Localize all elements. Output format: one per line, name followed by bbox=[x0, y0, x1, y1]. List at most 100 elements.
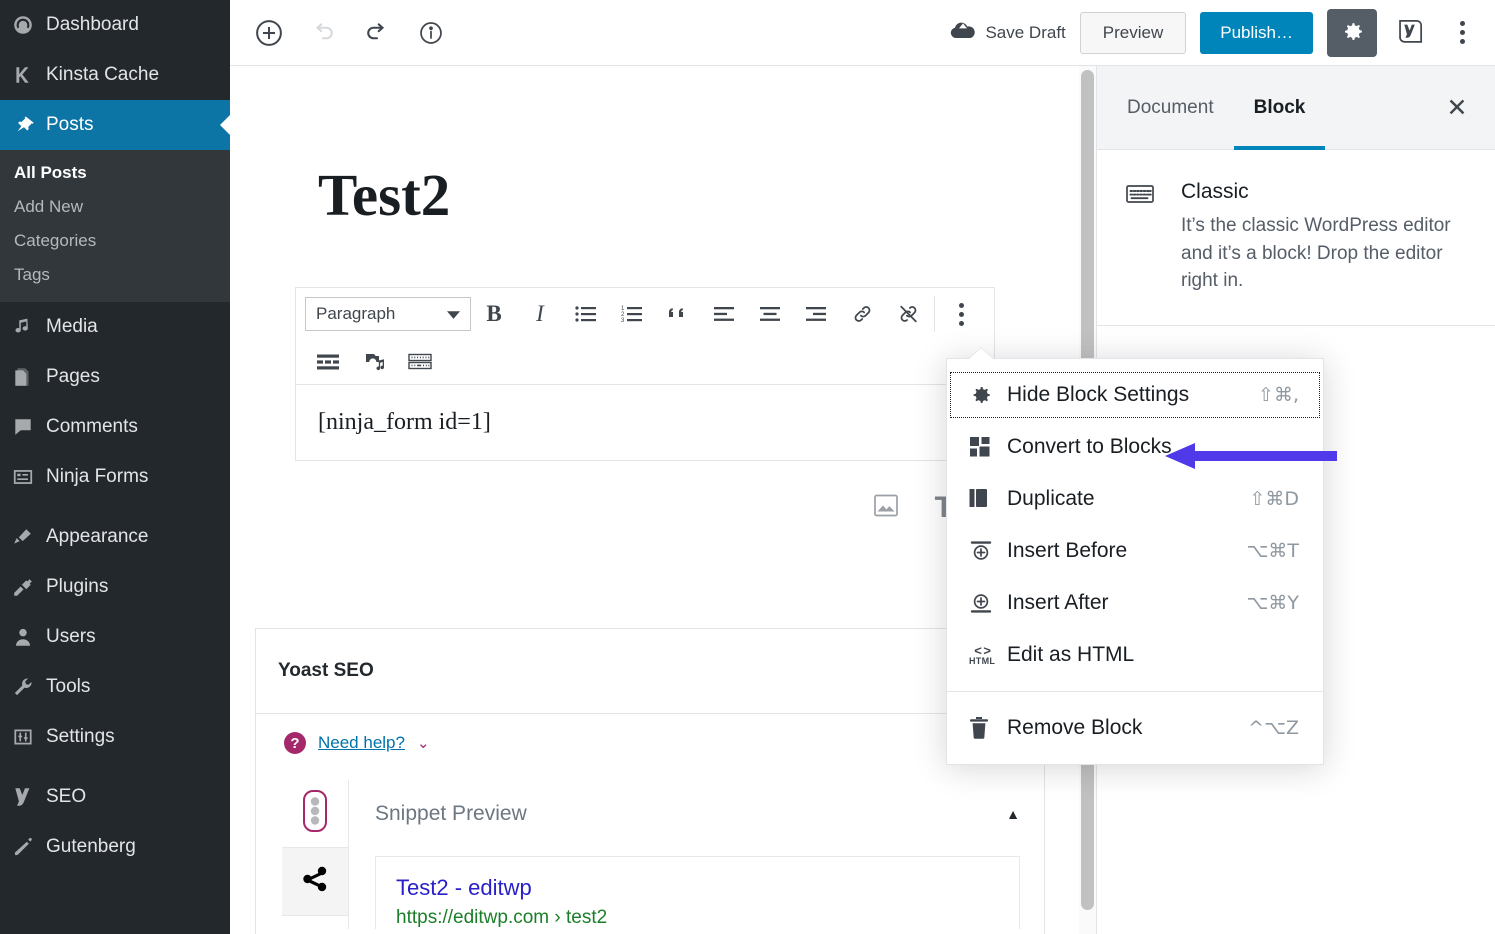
snippet-result-url: https://editwp.com › test2 bbox=[396, 907, 999, 929]
settings-gear-button[interactable] bbox=[1327, 9, 1377, 57]
yoast-help-bar: ? Need help? ⌄ ★ Go bbox=[256, 714, 1044, 772]
sidebar-item-label: Plugins bbox=[46, 576, 108, 598]
image-placeholder-icon[interactable] bbox=[871, 493, 901, 524]
tab-social-share[interactable] bbox=[282, 848, 348, 916]
menu-item-insert-before[interactable]: Insert Before ⌥⌘T bbox=[947, 525, 1323, 577]
yoast-y-icon bbox=[1396, 16, 1426, 49]
save-draft-button[interactable]: Save Draft bbox=[950, 20, 1065, 45]
gear-icon bbox=[969, 383, 1007, 407]
menu-item-hide-block-settings[interactable]: Hide Block Settings ⇧⌘, bbox=[947, 369, 1323, 421]
need-help-link[interactable]: Need help? bbox=[318, 733, 405, 753]
block-more-options-button[interactable] bbox=[938, 292, 984, 336]
insert-link-button[interactable] bbox=[839, 292, 885, 336]
align-left-button[interactable] bbox=[701, 292, 747, 336]
vertical-ellipsis-icon bbox=[1460, 21, 1465, 26]
pencil-icon bbox=[12, 835, 46, 859]
submenu-label: All Posts bbox=[14, 163, 87, 182]
sidebar-item-users[interactable]: Users bbox=[0, 612, 230, 662]
sidebar-item-kinsta-cache[interactable]: Kinsta Cache bbox=[0, 50, 230, 100]
sidebar-item-label: Kinsta Cache bbox=[46, 64, 159, 86]
post-title[interactable]: Test2 bbox=[230, 66, 1080, 225]
sidebar-item-seo[interactable]: SEO bbox=[0, 772, 230, 822]
sidebar-subitem-tags[interactable]: Tags bbox=[0, 258, 230, 292]
sidebar-item-gutenberg[interactable]: Gutenberg bbox=[0, 822, 230, 872]
sidebar-divider bbox=[0, 762, 230, 772]
yoast-snippet-tabs bbox=[282, 780, 348, 929]
sidebar-item-label: Gutenberg bbox=[46, 836, 136, 858]
undo-button[interactable] bbox=[304, 14, 342, 52]
sidebar-item-label: Appearance bbox=[46, 526, 148, 548]
read-more-button[interactable] bbox=[305, 340, 351, 384]
sidebar-subitem-add-new[interactable]: Add New bbox=[0, 190, 230, 224]
menu-item-duplicate[interactable]: Duplicate ⇧⌘D bbox=[947, 473, 1323, 525]
sidebar-item-label: Settings bbox=[46, 726, 115, 748]
menu-item-convert-to-blocks[interactable]: Convert to Blocks bbox=[947, 421, 1323, 473]
menu-item-remove-block[interactable]: Remove Block ^⌥Z bbox=[947, 702, 1323, 754]
blockquote-button[interactable] bbox=[655, 292, 701, 336]
sidebar-subitem-categories[interactable]: Categories bbox=[0, 224, 230, 258]
classic-block-toolbar: Paragraph B I 123 bbox=[295, 287, 995, 385]
sidebar-item-comments[interactable]: Comments bbox=[0, 402, 230, 452]
block-card-title: Classic bbox=[1181, 180, 1469, 204]
sidebar-item-label: Pages bbox=[46, 366, 100, 388]
tab-document[interactable]: Document bbox=[1107, 66, 1234, 150]
add-media-button[interactable] bbox=[351, 340, 397, 384]
preview-button[interactable]: Preview bbox=[1080, 12, 1186, 54]
tab-block[interactable]: Block bbox=[1234, 66, 1326, 150]
snippet-preview-card: Test2 - editwp https://editwp.com › test… bbox=[375, 856, 1020, 929]
insert-before-icon bbox=[969, 539, 1007, 563]
toolbar-row-primary: Paragraph B I 123 bbox=[296, 288, 994, 340]
sidebar-item-label: Posts bbox=[46, 114, 94, 136]
sidebar-subitem-all-posts[interactable]: All Posts bbox=[0, 156, 230, 190]
more-menu-button[interactable] bbox=[1445, 13, 1479, 53]
sidebar-item-ninja-forms[interactable]: Ninja Forms bbox=[0, 452, 230, 502]
sidebar-item-posts[interactable]: Posts bbox=[0, 100, 230, 150]
italic-button[interactable]: I bbox=[517, 292, 563, 336]
dashboard-icon bbox=[12, 13, 46, 37]
sidebar-item-settings[interactable]: Settings bbox=[0, 712, 230, 762]
sidebar-item-appearance[interactable]: Appearance bbox=[0, 512, 230, 562]
chevron-down-icon[interactable]: ⌄ bbox=[417, 734, 430, 752]
triangle-up-icon[interactable]: ▲ bbox=[1006, 806, 1020, 822]
menu-item-insert-after[interactable]: Insert After ⌥⌘Y bbox=[947, 577, 1323, 629]
html-icon: < > HTML bbox=[969, 644, 1007, 666]
close-settings-button[interactable]: ✕ bbox=[1437, 88, 1477, 128]
block-card: Classic It’s the classic WordPress edito… bbox=[1097, 150, 1495, 326]
sidebar-item-tools[interactable]: Tools bbox=[0, 662, 230, 712]
bold-button[interactable]: B bbox=[471, 292, 517, 336]
admin-sidebar: Dashboard Kinsta Cache Posts All Posts A… bbox=[0, 0, 230, 934]
remove-link-button[interactable] bbox=[885, 292, 931, 336]
sidebar-item-media[interactable]: Media bbox=[0, 302, 230, 352]
align-right-button[interactable] bbox=[793, 292, 839, 336]
yoast-sidebar-button[interactable] bbox=[1391, 13, 1431, 53]
yoast-need-help-group[interactable]: ? Need help? ⌄ bbox=[284, 732, 430, 754]
keyboard-shortcuts-button[interactable] bbox=[397, 340, 443, 384]
numbered-list-button[interactable]: 123 bbox=[609, 292, 655, 336]
redo-button[interactable] bbox=[358, 14, 396, 52]
snippet-result-title[interactable]: Test2 - editwp bbox=[396, 875, 999, 901]
sidebar-divider bbox=[0, 502, 230, 512]
menu-item-label: Duplicate bbox=[1007, 487, 1095, 511]
sidebar-item-dashboard[interactable]: Dashboard bbox=[0, 0, 230, 50]
submenu-label: Categories bbox=[14, 231, 96, 250]
question-mark-icon: ? bbox=[284, 732, 306, 754]
menu-item-edit-as-html[interactable]: < > HTML Edit as HTML bbox=[947, 629, 1323, 681]
align-center-button[interactable] bbox=[747, 292, 793, 336]
classic-block-content[interactable]: [ninja_form id=1] bbox=[295, 385, 995, 461]
wordpress-block-editor: Dashboard Kinsta Cache Posts All Posts A… bbox=[0, 0, 1495, 934]
sidebar-item-plugins[interactable]: Plugins bbox=[0, 562, 230, 612]
user-icon bbox=[12, 625, 46, 649]
yoast-seo-panel: Yoast SEO ? Need help? ⌄ ★ Go bbox=[255, 628, 1045, 934]
tab-seo-analysis[interactable] bbox=[282, 780, 348, 848]
sidebar-item-pages[interactable]: Pages bbox=[0, 352, 230, 402]
bulleted-list-button[interactable] bbox=[563, 292, 609, 336]
publish-button[interactable]: Publish… bbox=[1200, 12, 1313, 54]
toolbar-row-secondary bbox=[296, 340, 994, 384]
classic-keyboard-icon bbox=[1125, 180, 1161, 295]
add-block-button[interactable] bbox=[250, 14, 288, 52]
sidebar-item-label: Dashboard bbox=[46, 14, 139, 36]
paragraph-format-select[interactable]: Paragraph bbox=[305, 297, 471, 331]
content-info-button[interactable] bbox=[412, 14, 450, 52]
trash-icon bbox=[969, 716, 1007, 740]
snippet-preview-header[interactable]: Snippet Preview ▲ bbox=[349, 780, 1044, 848]
